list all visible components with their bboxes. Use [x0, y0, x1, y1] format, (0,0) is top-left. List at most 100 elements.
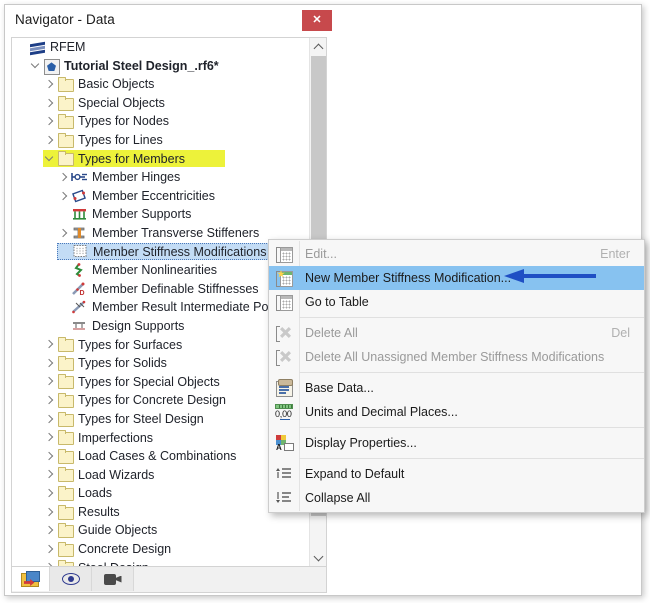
- chevron-right-icon[interactable]: [43, 487, 56, 500]
- tree-item[interactable]: Types for Lines: [12, 131, 309, 150]
- chevron-right-icon[interactable]: [43, 115, 56, 128]
- context-menu-item[interactable]: 0,00 Units and Decimal Places...: [269, 400, 644, 424]
- folder-icon: [57, 76, 74, 92]
- tree-item[interactable]: Imperfections: [12, 428, 309, 447]
- chevron-right-icon[interactable]: [43, 543, 56, 556]
- tree-item[interactable]: Design Supports: [12, 317, 309, 336]
- folder-icon: [57, 504, 74, 520]
- tree-item[interactable]: Member Supports: [12, 205, 309, 224]
- tree-item[interactable]: Types for Special Objects: [12, 373, 309, 392]
- tree-item[interactable]: Types for Nodes: [12, 112, 309, 131]
- tree-item[interactable]: RFEM: [12, 38, 309, 57]
- tree-item-label: Types for Special Objects: [78, 374, 220, 389]
- chevron-down-icon[interactable]: [29, 59, 42, 72]
- tree-item[interactable]: Types for Concrete Design: [12, 391, 309, 410]
- tree-item[interactable]: Load Wizards: [12, 466, 309, 485]
- tree-item-content: Tutorial Steel Design_.rf6*: [42, 57, 225, 76]
- folder-icon: [57, 486, 74, 502]
- chevron-right-icon[interactable]: [43, 338, 56, 351]
- tree-item[interactable]: Member Nonlinearities: [12, 261, 309, 280]
- tree-item[interactable]: Steel Design: [12, 559, 309, 566]
- context-menu-item[interactable]: Collapse All: [269, 486, 644, 510]
- chevron-down-icon[interactable]: [43, 152, 56, 165]
- chevron-right-icon[interactable]: [43, 78, 56, 91]
- chevron-right-icon[interactable]: [43, 506, 56, 519]
- tree-item[interactable]: Member Transverse Stiffeners: [12, 224, 309, 243]
- tree-item-label: Member Supports: [92, 207, 192, 222]
- chevron-down-icon: [313, 551, 324, 561]
- chevron-right-icon[interactable]: [43, 450, 56, 463]
- tree-item[interactable]: Concrete Design: [12, 540, 309, 559]
- context-menu-item-shortcut: Enter: [600, 247, 630, 261]
- new-table-row-icon: [269, 266, 299, 290]
- close-button[interactable]: ✕: [302, 10, 332, 31]
- context-menu-item[interactable]: Expand to Default: [269, 462, 644, 486]
- context-menu-item[interactable]: New Member Stiffness Modification...: [269, 266, 644, 290]
- chevron-right-icon[interactable]: [43, 524, 56, 537]
- chevron-right-icon[interactable]: [43, 357, 56, 370]
- tree-item[interactable]: Loads: [12, 484, 309, 503]
- chevron-right-icon[interactable]: [43, 97, 56, 110]
- tree-item-label: Imperfections: [78, 430, 154, 445]
- tree-item[interactable]: D Member Definable Stiffnesses: [12, 280, 309, 299]
- tree-item[interactable]: Special Objects: [12, 94, 309, 113]
- chevron-right-icon[interactable]: [43, 431, 56, 444]
- context-menu-item-label: Go to Table: [305, 294, 369, 309]
- tree-item[interactable]: Tutorial Steel Design_.rf6*: [12, 57, 309, 76]
- chevron-right-icon[interactable]: [43, 394, 56, 407]
- tree-item[interactable]: Member Result Intermediate Points: [12, 298, 309, 317]
- chevron-right-icon[interactable]: [57, 227, 70, 240]
- scroll-down-button[interactable]: [310, 549, 326, 566]
- tree-item-content: Member Eccentricities: [70, 188, 221, 205]
- tree-item-label: Concrete Design: [78, 542, 172, 557]
- chevron-right-icon[interactable]: [43, 134, 56, 147]
- tree-item[interactable]: Member Stiffness Modifications: [12, 243, 309, 262]
- chevron-right-icon[interactable]: [57, 171, 70, 184]
- visibility-tab-button[interactable]: [50, 567, 92, 591]
- tree-item-content: Types for Lines: [56, 132, 169, 149]
- tree-item[interactable]: Basic Objects: [12, 75, 309, 94]
- context-menu-item-label: Collapse All: [305, 490, 371, 505]
- visibility-eye-icon: [61, 573, 80, 585]
- navigator-icon: [20, 571, 41, 587]
- display-properties-icon: A: [269, 431, 299, 455]
- tree-item-content: Types for Concrete Design: [56, 392, 232, 409]
- tree-item[interactable]: Types for Steel Design: [12, 410, 309, 429]
- context-menu-item[interactable]: Go to Table: [269, 290, 644, 314]
- tree-item[interactable]: Guide Objects: [12, 521, 309, 540]
- scroll-up-button[interactable]: [310, 38, 326, 55]
- titlebar: Navigator - Data ✕: [5, 5, 641, 36]
- chevron-right-icon[interactable]: [43, 413, 56, 426]
- tree-item-label: Types for Concrete Design: [78, 393, 226, 408]
- tree-item-label: Special Objects: [78, 95, 165, 110]
- chevron-right-icon[interactable]: [43, 561, 56, 566]
- tree-item[interactable]: Results: [12, 503, 309, 522]
- tree-item-label: Member Eccentricities: [92, 188, 215, 203]
- chevron-right-icon[interactable]: [43, 375, 56, 388]
- tree-item[interactable]: Load Cases & Combinations: [12, 447, 309, 466]
- goto-table-icon: [269, 290, 299, 314]
- tree-item-content: Basic Objects: [56, 76, 160, 93]
- context-menu-item-shortcut: Del: [611, 326, 630, 340]
- context-menu-item[interactable]: Base Data...: [269, 376, 644, 400]
- tree-item[interactable]: Types for Solids: [12, 354, 309, 373]
- chevron-right-icon[interactable]: [57, 190, 70, 203]
- tree-item[interactable]: Member Eccentricities: [12, 187, 309, 206]
- tree-item[interactable]: Types for Surfaces: [12, 336, 309, 355]
- tree-item[interactable]: Member Hinges: [12, 168, 309, 187]
- tree-item[interactable]: Types for Members: [12, 150, 309, 169]
- folder-icon: [57, 560, 74, 566]
- navigator-tab-button[interactable]: [12, 567, 50, 591]
- context-menu-item[interactable]: A Display Properties...: [269, 431, 644, 455]
- chevron-right-icon[interactable]: [43, 468, 56, 481]
- tree-item-content: Member Result Intermediate Points: [70, 299, 294, 316]
- views-tab-button[interactable]: [92, 567, 134, 591]
